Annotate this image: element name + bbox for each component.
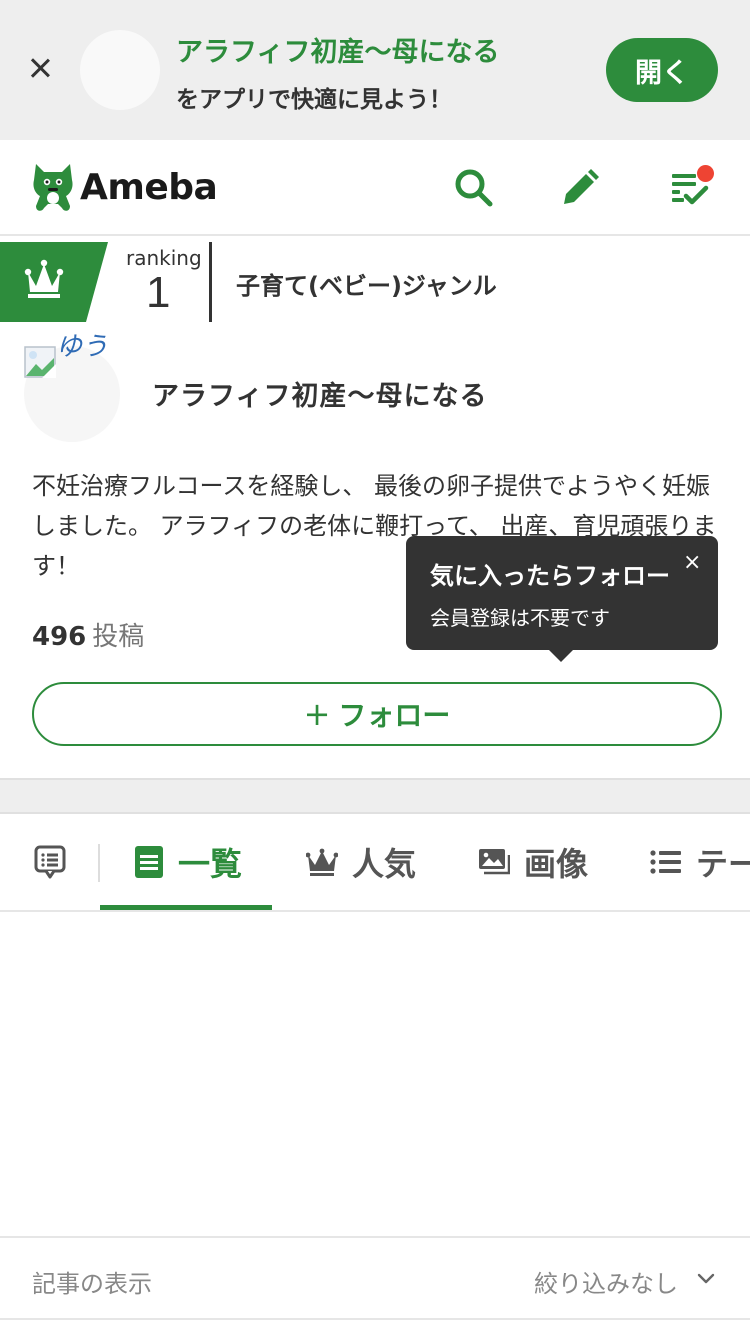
tab-message[interactable] <box>34 814 80 910</box>
ranking-genre: 子育て(ベビー)ジャンル <box>236 272 497 300</box>
filter-label: 記事の表示 <box>32 1270 152 1298</box>
app-banner: アラフィフ初産～母になる をアプリで快適に見よう！ 開く <box>0 0 750 140</box>
ranking-divider <box>209 242 212 322</box>
tab-bar: 一覧 人気 画像 テーマ <box>0 814 750 912</box>
list-doc-icon <box>135 846 163 878</box>
site-header: Ameba <box>0 140 750 236</box>
tooltip-title: 気に入ったらフォロー <box>430 562 670 590</box>
blog-title[interactable]: アラフィフ初産～母になる <box>152 374 487 413</box>
image-icon <box>479 849 510 875</box>
pencil-icon[interactable] <box>558 166 602 210</box>
follow-button[interactable]: + フォロー <box>32 682 722 746</box>
ranking-flag <box>0 242 108 322</box>
active-tab-indicator <box>100 905 272 910</box>
bullet-list-icon <box>650 850 681 874</box>
tab-label: テーマ <box>696 845 750 883</box>
tab-label: 一覧 <box>178 845 243 883</box>
logo-text: Ameba <box>80 166 218 208</box>
post-count-value: 496 <box>32 622 87 652</box>
chevron-down-icon[interactable] <box>696 1268 716 1288</box>
follow-label: フォロー <box>338 699 451 732</box>
tab-list[interactable]: 一覧 <box>134 814 242 910</box>
tab-separator <box>98 844 100 882</box>
tooltip-arrow <box>548 649 574 662</box>
ranking-number: 1 <box>146 268 171 317</box>
ranking-strip[interactable]: ranking 1 子育て(ベビー)ジャンル <box>0 242 750 322</box>
avatar-alt-text: ゆう <box>56 332 109 362</box>
banner-title: アラフィフ初産～母になる <box>176 37 500 68</box>
search-icon[interactable] <box>452 166 496 210</box>
notification-dot <box>697 165 714 182</box>
tab-label: 画像 <box>524 845 589 883</box>
ranking-label: ranking <box>126 246 202 270</box>
close-icon[interactable] <box>22 50 58 86</box>
filter-value[interactable]: 絞り込みなし <box>534 1264 678 1299</box>
post-count: 496 投稿 <box>32 616 144 653</box>
open-app-button[interactable]: 開く <box>606 38 718 102</box>
app-icon <box>80 30 160 110</box>
article-filter-bar[interactable]: 記事の表示 絞り込みなし <box>0 1236 750 1320</box>
plus-icon: + <box>303 695 331 733</box>
banner-subtitle: をアプリで快適に見よう！ <box>176 87 452 113</box>
tooltip-subtitle: 会員登録は不要です <box>430 606 610 630</box>
ameba-logo[interactable]: Ameba <box>30 160 218 214</box>
crown-icon <box>306 848 338 876</box>
section-divider <box>0 778 750 814</box>
follow-tooltip: 気に入ったらフォロー 会員登録は不要です × <box>406 536 718 662</box>
tab-label: 人気 <box>352 845 417 883</box>
post-count-label: 投稿 <box>92 622 145 652</box>
tab-themes[interactable]: テーマ <box>650 814 750 910</box>
ameba-mascot-icon <box>33 164 73 211</box>
message-icon <box>34 845 66 879</box>
tooltip-close-icon[interactable]: × <box>683 550 701 575</box>
tab-popular[interactable]: 人気 <box>306 814 416 910</box>
tab-images[interactable]: 画像 <box>478 814 588 910</box>
broken-image-icon <box>24 346 56 378</box>
